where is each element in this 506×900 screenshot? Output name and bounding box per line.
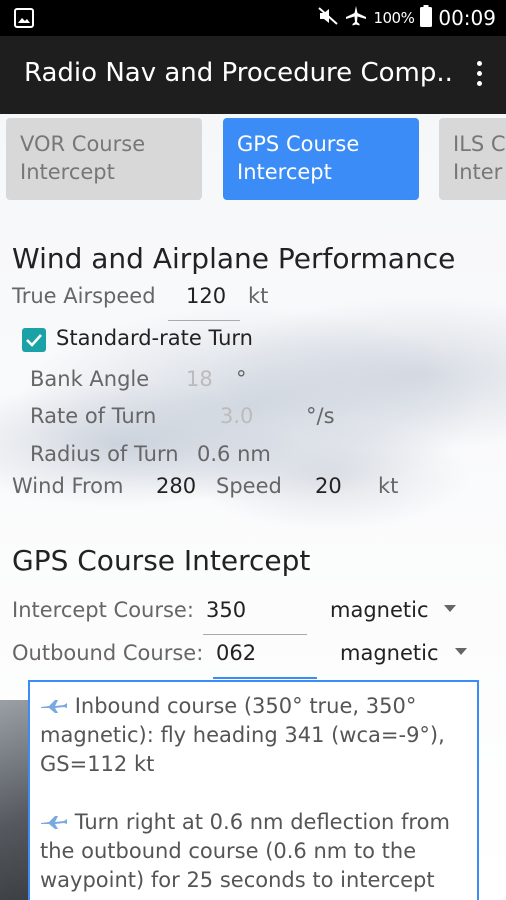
result-paragraph: Turn right at 0.6 nm deflection from the…: [40, 808, 467, 895]
content-area: VOR Course Intercept GPS Course Intercep…: [0, 114, 506, 900]
radius-of-turn-value: 0.6 nm: [197, 442, 271, 466]
outbound-course-underline: [213, 677, 317, 679]
tab-label-line1: GPS Course: [237, 132, 360, 156]
true-airspeed-underline: [168, 320, 240, 321]
bank-angle-input[interactable]: 18: [186, 367, 213, 391]
true-airspeed-unit: kt: [248, 284, 269, 308]
rate-of-turn-input[interactable]: 3.0: [220, 404, 253, 428]
outbound-course-label: Outbound Course:: [12, 641, 204, 665]
intercept-course-input[interactable]: 350: [206, 598, 246, 622]
tab-label-line1: ILS C: [453, 132, 506, 156]
tab-gps-course-intercept[interactable]: GPS Course Intercept: [223, 118, 419, 200]
app-bar: Radio Nav and Procedure Comp...: [0, 36, 506, 114]
tab-label-line1: VOR Course: [20, 132, 146, 156]
chevron-down-icon[interactable]: [455, 648, 467, 655]
standard-rate-label: Standard-rate Turn: [56, 326, 253, 350]
outbound-course-ref-select[interactable]: magnetic: [340, 641, 439, 665]
tab-label-line2: Intercept: [237, 160, 332, 184]
intercept-course-label: Intercept Course:: [12, 598, 194, 622]
true-airspeed-label: True Airspeed: [12, 284, 156, 308]
tab-ils-course-intercept[interactable]: ILS C Inter: [439, 118, 506, 200]
airplane-mode-icon: [345, 5, 367, 32]
wind-speed-unit: kt: [378, 474, 399, 498]
clock: 00:09: [438, 6, 496, 30]
tab-label-line2: Inter: [453, 160, 503, 184]
result-paragraph: Inbound course (350° true, 350° magnetic…: [40, 692, 467, 779]
rate-of-turn-unit: °/s: [306, 404, 335, 428]
airplane-icon: [40, 809, 68, 829]
result-text-2: Turn right at 0.6 nm deflection from the…: [40, 810, 450, 892]
chevron-down-icon[interactable]: [444, 605, 456, 612]
outbound-course-input[interactable]: 062: [216, 641, 256, 665]
battery-icon: [420, 4, 433, 32]
wind-speed-label: Speed: [216, 474, 282, 498]
bank-angle-unit: °: [236, 367, 247, 391]
wind-section-title: Wind and Airplane Performance: [12, 242, 456, 275]
gallery-notification-icon: [14, 8, 34, 28]
wind-speed-input[interactable]: 20: [315, 474, 342, 498]
standard-rate-checkbox[interactable]: [22, 328, 46, 352]
true-airspeed-input[interactable]: 120: [186, 284, 226, 308]
result-output: Inbound course (350° true, 350° magnetic…: [28, 680, 479, 900]
tab-label-line2: Intercept: [20, 160, 115, 184]
gps-section-title: GPS Course Intercept: [12, 544, 311, 577]
tab-vor-course-intercept[interactable]: VOR Course Intercept: [6, 118, 202, 200]
app-title: Radio Nav and Procedure Comp...: [24, 58, 454, 88]
rate-of-turn-label: Rate of Turn: [30, 404, 157, 428]
intercept-course-ref-select[interactable]: magnetic: [330, 598, 429, 622]
status-bar: 100% 00:09: [0, 0, 506, 36]
battery-percent: 100%: [373, 9, 415, 27]
intercept-course-underline: [203, 634, 307, 635]
wind-from-input[interactable]: 280: [156, 474, 196, 498]
airplane-icon: [40, 693, 68, 713]
radius-of-turn-label: Radius of Turn: [30, 442, 179, 466]
wind-from-label: Wind From: [12, 474, 124, 498]
result-text-1: Inbound course (350° true, 350° magnetic…: [40, 694, 445, 776]
overflow-menu-icon[interactable]: [472, 58, 486, 92]
bank-angle-label: Bank Angle: [30, 367, 150, 391]
mute-icon: [317, 6, 339, 31]
